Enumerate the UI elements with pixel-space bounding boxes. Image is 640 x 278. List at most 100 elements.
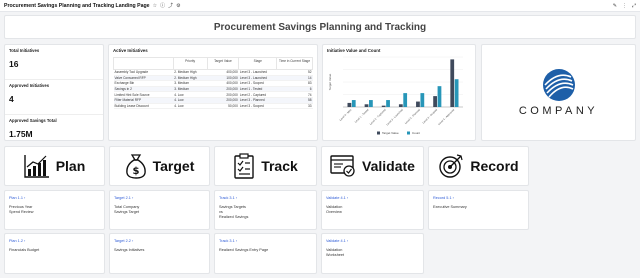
table-cell: Level 3 - Scoped xyxy=(238,103,277,110)
bar-target-value xyxy=(450,59,455,107)
validate-tile[interactable]: Validate xyxy=(321,146,424,186)
more-options-icon[interactable]: ⋮ xyxy=(622,3,627,9)
legend-swatch xyxy=(377,131,380,135)
active-initiatives-card: Active Initiatives Priority Target Value… xyxy=(108,44,318,141)
bar-chart-icon xyxy=(24,155,49,178)
table-title: Active Initiatives xyxy=(113,48,148,53)
tile-label: Validate xyxy=(362,158,415,174)
column-header[interactable]: Target Value xyxy=(206,57,240,70)
bar-count xyxy=(386,100,390,107)
settings-icon[interactable]: ⚙ xyxy=(176,3,180,9)
kpi-label: Approved Initiatives xyxy=(9,83,50,88)
record-tile[interactable]: Record xyxy=(428,146,529,186)
track-3-1-card[interactable]: Track 3.1 › Savings Targets vs Realized … xyxy=(214,190,317,230)
tile-label: Target xyxy=(152,158,195,174)
table-cell: Building Lease Discount xyxy=(113,103,174,110)
top-bar: Procurement Savings Planning and Trackin… xyxy=(0,0,640,12)
x-tick-label: Level 3 - Planned xyxy=(404,107,421,124)
nav-link[interactable]: Track 3.1 › xyxy=(219,196,312,200)
bar-target-value xyxy=(347,102,352,107)
column-header[interactable]: Time in Current Stage xyxy=(276,57,313,70)
nav-link[interactable]: Target 2.2 › xyxy=(114,239,205,243)
favorite-icon[interactable]: ☆ xyxy=(153,3,157,9)
bar-count xyxy=(403,93,408,107)
checklist-icon xyxy=(234,153,254,179)
track-tile[interactable]: Track xyxy=(214,146,317,186)
tile-label: Record xyxy=(470,158,519,174)
table-cell: 33 xyxy=(276,103,313,110)
link-description: Validation Overview xyxy=(326,205,343,214)
bar-count xyxy=(454,79,459,107)
kpi-label: Total Initiatives xyxy=(9,48,40,53)
kpi-label: Approved Savings Total xyxy=(9,118,57,123)
target-arrow-icon xyxy=(439,154,463,178)
nav-link[interactable]: Track 3.1 › xyxy=(219,239,312,243)
link-description: Realized Savings Entry Page xyxy=(219,248,269,252)
plan-tile[interactable]: Plan xyxy=(4,146,105,186)
plan-1-2-card[interactable]: Plan 1.2 › Financials Budget xyxy=(4,233,105,274)
page-title: Procurement Savings Planning and Trackin… xyxy=(4,2,150,9)
track-3-1-entry-card[interactable]: Track 3.1 › Realized Savings Entry Page xyxy=(214,233,317,274)
x-tick-label: Level 3 - Scoped xyxy=(421,107,438,124)
x-tick-label: Level 3 - Launched xyxy=(385,107,404,126)
company-logo-icon xyxy=(542,69,575,101)
target-2-1-card[interactable]: Target 2.1 › Total Company Savings Targe… xyxy=(109,190,210,230)
link-description: Savings Initiatives xyxy=(114,248,145,252)
record-5-1-card[interactable]: Record 5.1 › Executive Summary xyxy=(428,190,529,230)
initiative-chart-card: Initiative Value and Count Target Value L… xyxy=(322,44,476,141)
nav-link[interactable]: Validate 4.1 › xyxy=(326,239,419,243)
tile-label: Plan xyxy=(55,158,86,174)
nav-link[interactable]: Target 2.1 › xyxy=(114,196,205,200)
initiative-value-count-chart[interactable]: Target Value Level 0 - Idea Level 1 - Test… xyxy=(327,53,473,137)
maximize-icon[interactable]: ⤢ xyxy=(632,3,636,9)
divider xyxy=(5,79,103,80)
kpi-value: 1.75M xyxy=(9,129,33,139)
x-tick-label: Level 4 - Approved xyxy=(437,107,456,126)
plan-1-1-card[interactable]: Plan 1.1 › Previous Year Spend Review xyxy=(4,190,105,230)
bar-count xyxy=(351,100,356,107)
legend-label: Count xyxy=(412,131,420,135)
validate-4-1-card[interactable]: Validate 4.1 › Validation Overview xyxy=(321,190,424,230)
bar-target-value xyxy=(381,105,386,107)
bar-count xyxy=(369,100,373,107)
target-2-2-card[interactable]: Target 2.2 › Savings Initiatives xyxy=(109,233,210,274)
validate-4-1-worksheet-card[interactable]: Validate 4.1 › Validation Worksheet xyxy=(321,233,424,274)
column-header[interactable] xyxy=(113,57,174,70)
bar-count xyxy=(437,86,442,107)
kpi-card: Total Initiatives 16 Approved Initiative… xyxy=(4,44,104,141)
x-tick-label: Level 1 - Tested xyxy=(354,107,370,123)
tile-label: Track xyxy=(261,158,298,174)
dashboard-banner: Procurement Savings Planning and Trackin… xyxy=(4,15,636,39)
link-description: Financials Budget xyxy=(9,248,40,252)
table-row[interactable]: Building Lease Discount 4. Low 50,000 Level… xyxy=(113,103,313,110)
bar-target-value xyxy=(433,96,437,107)
link-description: Previous Year Spend Review xyxy=(9,205,34,214)
share-icon[interactable]: ⤴ xyxy=(168,2,173,9)
nav-link[interactable]: Plan 1.2 › xyxy=(9,239,100,243)
legend-label: Target Value xyxy=(382,131,399,135)
nav-link[interactable]: Plan 1.1 › xyxy=(9,196,100,200)
company-wordmark: COMPANY xyxy=(518,105,599,117)
link-description: Total Company Savings Target xyxy=(114,205,140,214)
table-cell: 50,000 xyxy=(207,103,239,110)
svg-text:$: $ xyxy=(132,166,139,177)
kpi-value: 16 xyxy=(9,59,19,69)
browser-check-icon xyxy=(330,155,355,177)
nav-link[interactable]: Record 5.1 › xyxy=(433,196,524,200)
x-tick-label: Level 2 - Captured xyxy=(369,107,387,125)
column-header[interactable]: Priority xyxy=(172,57,208,70)
y-axis-label: Target Value xyxy=(328,73,332,90)
initiatives-table: Priority Target Value Stage Time in Curr… xyxy=(113,57,313,110)
info-icon[interactable]: ⓘ xyxy=(160,2,165,9)
nav-link[interactable]: Validate 4.1 › xyxy=(326,196,419,200)
bar-target-value xyxy=(416,101,420,107)
bar-count xyxy=(420,93,425,107)
link-description: Executive Summary xyxy=(433,205,467,209)
divider xyxy=(5,114,103,115)
column-header[interactable]: Stage xyxy=(238,57,278,70)
bar-target-value xyxy=(398,104,403,107)
company-logo-card: COMPANY xyxy=(481,44,636,141)
edit-icon[interactable]: ✎ xyxy=(613,3,617,9)
target-tile[interactable]: $ Target xyxy=(109,146,210,186)
dashboard-title: Procurement Savings Planning and Trackin… xyxy=(213,21,427,33)
